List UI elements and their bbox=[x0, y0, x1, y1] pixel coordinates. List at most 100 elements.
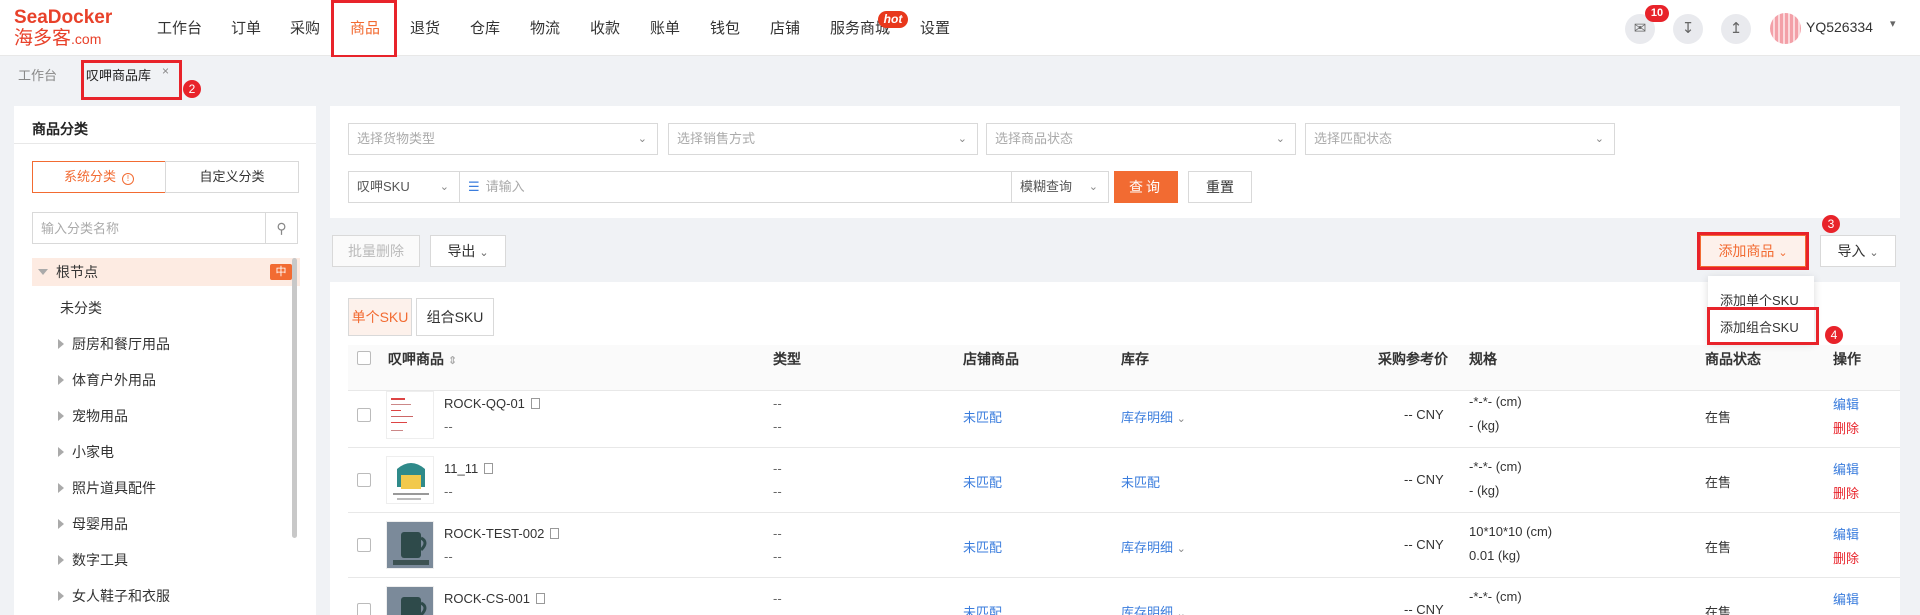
tree-item[interactable]: 宠物用品 bbox=[32, 402, 300, 430]
edit-link[interactable]: 编辑 bbox=[1833, 524, 1859, 543]
product-thumbnail[interactable] bbox=[386, 391, 434, 439]
tree-item[interactable]: 照片道具配件 bbox=[32, 474, 300, 502]
nav-item-logistics[interactable]: 物流 bbox=[530, 18, 560, 40]
tab-combo-sku[interactable]: 组合SKU bbox=[416, 298, 494, 336]
store-match-link[interactable]: 未匹配 bbox=[963, 472, 1002, 491]
delete-link[interactable]: 删除 bbox=[1833, 483, 1859, 502]
download-icon[interactable]: ↧ bbox=[1673, 14, 1703, 44]
chevron-down-icon[interactable]: ▾ bbox=[1890, 17, 1896, 30]
copy-icon[interactable] bbox=[535, 593, 545, 604]
query-button[interactable]: 查询 bbox=[1114, 171, 1178, 203]
product-thumbnail[interactable] bbox=[386, 456, 434, 504]
nav-item-settings[interactable]: 设置 bbox=[920, 18, 950, 40]
row-checkbox[interactable] bbox=[357, 408, 371, 422]
reset-button[interactable]: 重置 bbox=[1188, 171, 1252, 203]
upload-icon[interactable]: ↥ bbox=[1721, 14, 1751, 44]
sku-code[interactable]: ROCK-TEST-002 bbox=[444, 526, 560, 541]
copy-icon[interactable] bbox=[484, 463, 494, 474]
delete-link[interactable]: 删除 bbox=[1833, 548, 1859, 567]
caret-down-icon[interactable] bbox=[38, 269, 48, 275]
search-icon[interactable]: ⚲ bbox=[265, 213, 297, 243]
tree-root[interactable]: 根节点 中 bbox=[32, 258, 300, 286]
tree-item[interactable]: 女人鞋子和衣服 bbox=[32, 582, 300, 610]
seg-custom-category[interactable]: 自定义分类 bbox=[165, 161, 299, 193]
sort-icon[interactable]: ⇕ bbox=[448, 355, 457, 367]
product-thumbnail[interactable] bbox=[386, 521, 434, 569]
stock-detail-link[interactable]: 库存明细 ⌄ bbox=[1121, 537, 1186, 556]
stock-detail-link[interactable]: 库存明细 ⌄ bbox=[1121, 602, 1186, 615]
store-match-link[interactable]: 未匹配 bbox=[963, 407, 1002, 426]
stock-detail-text: 库存明细 bbox=[1121, 410, 1174, 425]
sku-search-input[interactable]: ☰ 请输入 bbox=[459, 171, 1012, 203]
scrollbar[interactable] bbox=[292, 258, 297, 538]
select-all-checkbox[interactable] bbox=[357, 351, 371, 365]
caret-right-icon[interactable] bbox=[58, 447, 64, 457]
caret-right-icon[interactable] bbox=[58, 483, 64, 493]
spec-size: -*-*- (cm) bbox=[1469, 589, 1522, 604]
username[interactable]: YQ526334 bbox=[1806, 19, 1873, 35]
tab-workbench[interactable]: 工作台 bbox=[18, 65, 57, 84]
cargo-type-select[interactable]: 选择货物类型 ⌄ bbox=[348, 123, 658, 155]
caret-right-icon[interactable] bbox=[58, 339, 64, 349]
nav-item-returns[interactable]: 退货 bbox=[410, 18, 440, 40]
nav-item-warehouse[interactable]: 仓库 bbox=[470, 18, 500, 40]
delete-link[interactable]: 删除 bbox=[1833, 418, 1859, 437]
tree-root-label: 根节点 bbox=[56, 264, 98, 280]
copy-icon[interactable] bbox=[530, 398, 540, 409]
tree-item[interactable]: 未分类 bbox=[32, 294, 300, 322]
sku-code[interactable]: ROCK-QQ-01 bbox=[444, 396, 540, 411]
logo-suffix: .com bbox=[71, 31, 102, 47]
logo[interactable]: SeaDocker 海多客.com bbox=[14, 8, 124, 50]
edit-link[interactable]: 编辑 bbox=[1833, 394, 1859, 413]
stock-detail-link[interactable]: 库存明细 ⌄ bbox=[1121, 407, 1186, 426]
copy-icon[interactable] bbox=[550, 528, 560, 539]
row-checkbox[interactable] bbox=[357, 603, 371, 615]
sale-mode-select[interactable]: 选择销售方式 ⌄ bbox=[668, 123, 978, 155]
caret-right-icon[interactable] bbox=[58, 555, 64, 565]
highlight-box-products bbox=[331, 0, 397, 58]
nav-item-stores[interactable]: 店铺 bbox=[770, 18, 800, 40]
match-status-placeholder: 选择匹配状态 bbox=[1314, 131, 1393, 146]
th-product[interactable]: 叹呷商品 ⇕ bbox=[388, 337, 457, 381]
match-status-select[interactable]: 选择匹配状态 ⌄ bbox=[1305, 123, 1615, 155]
sku-field-select[interactable]: 叹呷SKU ⌄ bbox=[348, 171, 460, 203]
tree-item-label: 厨房和餐厅用品 bbox=[72, 336, 170, 352]
match-mode-select[interactable]: 模糊查询 ⌄ bbox=[1011, 171, 1109, 203]
info-icon: ! bbox=[122, 173, 134, 185]
row-checkbox[interactable] bbox=[357, 538, 371, 552]
nav-item-orders[interactable]: 订单 bbox=[231, 18, 261, 40]
nav-item-bills[interactable]: 账单 bbox=[650, 18, 680, 40]
import-button[interactable]: 导入 ⌄ bbox=[1820, 235, 1896, 267]
nav-item-wallet[interactable]: 钱包 bbox=[710, 18, 740, 40]
tree-item[interactable]: 厨房和餐厅用品 bbox=[32, 330, 300, 358]
caret-right-icon[interactable] bbox=[58, 519, 64, 529]
tab-single-sku[interactable]: 单个SKU bbox=[348, 298, 412, 336]
caret-right-icon[interactable] bbox=[58, 591, 64, 601]
nav-item-purchase[interactable]: 采购 bbox=[290, 18, 320, 40]
nav-item-receipts[interactable]: 收款 bbox=[590, 18, 620, 40]
tree-item[interactable]: 体育户外用品 bbox=[32, 366, 300, 394]
sku-code[interactable]: 11_11 bbox=[444, 461, 494, 476]
store-match-link[interactable]: 未匹配 bbox=[963, 602, 1002, 615]
spec-size: -*-*- (cm) bbox=[1469, 459, 1522, 474]
batch-delete-button[interactable]: 批量删除 bbox=[332, 235, 420, 267]
tree-item[interactable]: 小家电 bbox=[32, 438, 300, 466]
product-thumbnail[interactable] bbox=[386, 586, 434, 615]
seg-system-category[interactable]: 系统分类! bbox=[32, 161, 166, 193]
export-button[interactable]: 导出 ⌄ bbox=[430, 235, 506, 267]
tree-item[interactable]: 数字工具 bbox=[32, 546, 300, 574]
nav-item-workbench[interactable]: 工作台 bbox=[157, 18, 202, 40]
edit-link[interactable]: 编辑 bbox=[1833, 589, 1859, 608]
caret-right-icon[interactable] bbox=[58, 375, 64, 385]
caret-right-icon[interactable] bbox=[58, 411, 64, 421]
store-match-link[interactable]: 未匹配 bbox=[963, 537, 1002, 556]
edit-link[interactable]: 编辑 bbox=[1833, 459, 1859, 478]
category-search-input[interactable] bbox=[33, 213, 267, 243]
stock-match-link[interactable]: 未匹配 bbox=[1121, 472, 1160, 491]
row-checkbox[interactable] bbox=[357, 473, 371, 487]
sku-code[interactable]: ROCK-CS-001 bbox=[444, 591, 545, 606]
avatar[interactable] bbox=[1770, 13, 1801, 44]
tree-item[interactable]: 母婴用品 bbox=[32, 510, 300, 538]
product-status-select[interactable]: 选择商品状态 ⌄ bbox=[986, 123, 1296, 155]
category-panel: 商品分类 系统分类! 自定义分类 ⚲ 根节点 中 未分类 厨房和餐厅用品 体育户… bbox=[14, 106, 316, 615]
